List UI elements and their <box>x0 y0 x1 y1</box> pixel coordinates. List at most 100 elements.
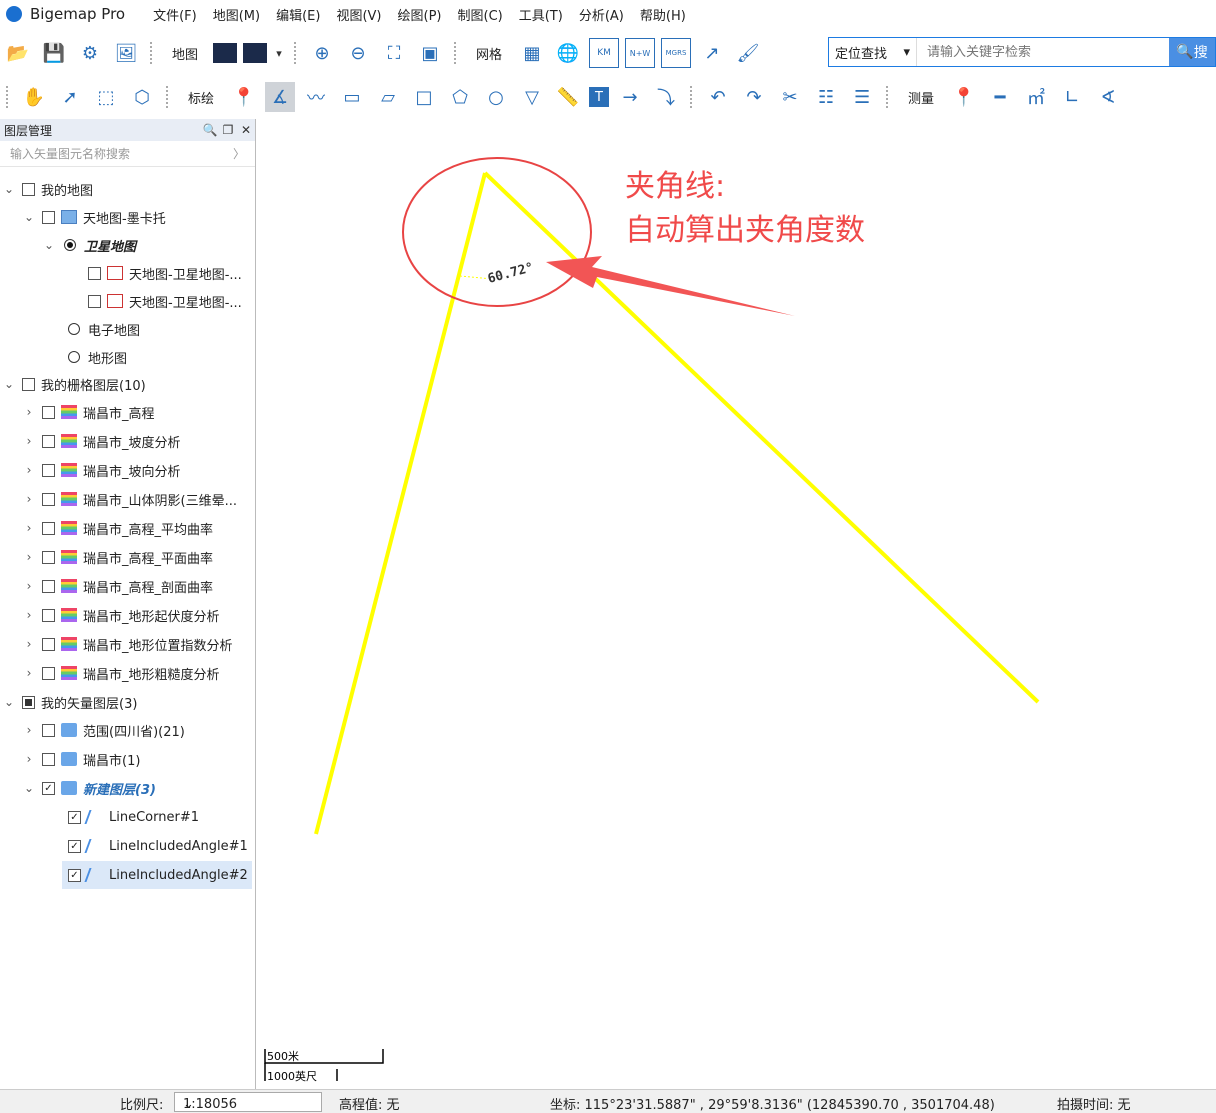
settings-gear-icon[interactable]: ⚙ <box>75 38 105 68</box>
search-button[interactable]: 🔍 搜 <box>1169 38 1215 66</box>
globe-grid-icon[interactable]: 🌐 <box>553 38 583 68</box>
checkbox[interactable] <box>42 666 55 680</box>
layer-search[interactable]: 输入矢量图元名称搜索 〉 <box>0 141 255 167</box>
chevron-right-icon[interactable]: › <box>22 666 36 680</box>
checkbox[interactable] <box>42 492 55 506</box>
tree-node-vector[interactable]: › 瑞昌市(1) <box>22 745 140 773</box>
tree-node-new-layer[interactable]: ⌄ ✓ 新建图层(3) <box>22 774 156 802</box>
tree-node-vector[interactable]: › 范围(四川省)(21) <box>22 716 185 744</box>
full-extent-icon[interactable]: ⛶ <box>379 38 409 68</box>
satellite-map-dropdown-icon[interactable] <box>243 43 268 63</box>
save-icon[interactable]: 💾 <box>39 38 69 68</box>
nw-grid-icon[interactable]: N+W <box>625 38 656 68</box>
measure-angle-icon[interactable]: ∟ <box>1057 82 1087 112</box>
chevron-right-icon[interactable]: › <box>22 521 36 535</box>
menu-file[interactable]: 文件(F) <box>145 5 205 24</box>
text-icon[interactable]: T <box>589 87 610 107</box>
menu-cartography[interactable]: 制图(C) <box>450 5 511 24</box>
chevron-right-icon[interactable]: › <box>22 550 36 564</box>
checkbox[interactable] <box>88 266 101 280</box>
tree-node-vector-layers[interactable]: ⌄ 我的矢量图层(3) <box>2 688 137 716</box>
ruler-icon[interactable]: 📏 <box>553 82 583 112</box>
curve-arrow-icon[interactable]: ⤵ <box>651 82 681 112</box>
list-icon[interactable]: ☰ <box>847 82 877 112</box>
tree-node-sat-sub-2[interactable]: 天地图-卫星地图-... <box>82 287 242 315</box>
checkbox[interactable] <box>42 550 55 564</box>
checkbox[interactable] <box>88 294 101 308</box>
checkbox[interactable] <box>42 521 55 535</box>
checkbox[interactable] <box>42 463 55 477</box>
menu-draw[interactable]: 绘图(P) <box>390 5 450 24</box>
tree-node-electronic-map[interactable]: 电子地图 <box>60 315 140 343</box>
tree-node-raster[interactable]: › 瑞昌市_高程 <box>22 398 155 426</box>
checkbox[interactable] <box>42 637 55 651</box>
map-canvas[interactable]: 60.72° 夹角线: 自动算出夹角度数 500米 1000英尺 <box>257 119 1216 1089</box>
scale-select[interactable]: 1:18056 ⌄ <box>174 1092 322 1112</box>
tree-node-raster-layers[interactable]: ⌄ 我的栅格图层(10) <box>2 370 146 398</box>
tree-node-raster[interactable]: › 瑞昌市_高程_平均曲率 <box>22 514 213 542</box>
grid-icon[interactable]: ▦ <box>517 38 547 68</box>
measure-distance-icon[interactable]: ━ <box>985 82 1015 112</box>
menu-map[interactable]: 地图(M) <box>205 5 268 24</box>
tree-node-raster[interactable]: › 瑞昌市_地形位置指数分析 <box>22 630 233 658</box>
circle-icon[interactable]: ○ <box>481 82 511 112</box>
tree-node-raster[interactable]: › 瑞昌市_高程_平面曲率 <box>22 543 213 571</box>
tree-node-sat-sub-1[interactable]: 天地图-卫星地图-... <box>82 259 242 287</box>
checkbox[interactable] <box>42 579 55 593</box>
export-icon[interactable]: ↗ <box>697 38 727 68</box>
close-icon[interactable]: ✕ <box>237 123 255 137</box>
chevron-right-icon[interactable]: › <box>22 579 36 593</box>
polygon-select-icon[interactable]: ⬡ <box>127 82 157 112</box>
tree-node-raster[interactable]: › 瑞昌市_地形起伏度分析 <box>22 601 220 629</box>
tree-node-raster[interactable]: › 瑞昌市_高程_剖面曲率 <box>22 572 213 600</box>
tree-node-feature[interactable]: ✓ LineCorner#1 <box>62 803 199 831</box>
polyline-icon[interactable]: 〰 <box>301 82 331 112</box>
radio-selected[interactable] <box>64 239 76 251</box>
sector-icon[interactable]: ▽ <box>517 82 547 112</box>
checkbox[interactable] <box>42 752 55 766</box>
square-icon[interactable]: □ <box>409 82 439 112</box>
chevron-right-icon[interactable]: › <box>22 752 36 766</box>
location-pin-icon[interactable]: 📍 <box>949 82 979 112</box>
undo-icon[interactable]: ↶ <box>703 82 733 112</box>
select-arrow-icon[interactable]: ➚ <box>55 82 85 112</box>
rectangle-icon[interactable]: ▭ <box>337 82 367 112</box>
arrow-right-icon[interactable]: → <box>615 82 645 112</box>
tree-node-terrain-map[interactable]: 地形图 <box>60 343 127 371</box>
restore-icon[interactable]: ❐ <box>219 123 237 137</box>
search-mode-dropdown[interactable]: 定位查找 ▾ <box>829 38 917 66</box>
menu-edit[interactable]: 编辑(E) <box>268 5 328 24</box>
tree-node-raster[interactable]: › 瑞昌市_山体阴影(三维晕... <box>22 485 237 513</box>
search-icon[interactable]: 🔍 <box>201 123 219 137</box>
checkbox-checked[interactable]: ✓ <box>68 868 81 882</box>
open-folder-icon[interactable]: 📂 <box>3 38 33 68</box>
tree-node-raster[interactable]: › 瑞昌市_地形粗糙度分析 <box>22 659 220 687</box>
chevron-right-icon[interactable]: 〉 <box>233 145 245 162</box>
chevron-down-icon[interactable]: ⌄ <box>42 238 56 252</box>
checkbox[interactable] <box>42 210 55 224</box>
radio[interactable] <box>68 323 80 335</box>
angle-line-left[interactable] <box>314 172 487 835</box>
mgrs-grid-icon[interactable]: MGRS <box>661 38 692 68</box>
checkbox[interactable] <box>42 608 55 622</box>
angle-line-right[interactable] <box>483 171 1040 704</box>
menu-help[interactable]: 帮助(H) <box>632 5 694 24</box>
zoom-out-icon[interactable]: ⊖ <box>343 38 373 68</box>
km-grid-icon[interactable]: KM <box>589 38 620 68</box>
checkbox[interactable] <box>42 405 55 419</box>
chevron-right-icon[interactable]: › <box>22 608 36 622</box>
pentagon-icon[interactable]: ⬠ <box>445 82 475 112</box>
chevron-right-icon[interactable]: › <box>22 637 36 651</box>
marker-pin-icon[interactable]: 📍 <box>229 82 259 112</box>
menu-view[interactable]: 视图(V) <box>328 5 389 24</box>
satellite-map-icon[interactable] <box>213 43 238 63</box>
image-icon[interactable]: 🖼 <box>111 38 141 68</box>
chevron-right-icon[interactable]: › <box>22 492 36 506</box>
tree-node-feature-selected[interactable]: ✓ LineIncludedAngle#2 <box>62 861 252 889</box>
tree-node-raster[interactable]: › 瑞昌市_坡度分析 <box>22 427 181 455</box>
redo-icon[interactable]: ↷ <box>739 82 769 112</box>
measure-azimuth-icon[interactable]: ∢ <box>1093 82 1123 112</box>
menu-analysis[interactable]: 分析(A) <box>571 5 632 24</box>
tree-node-feature[interactable]: ✓ LineIncludedAngle#1 <box>62 832 248 860</box>
chevron-down-icon[interactable]: ⌄ <box>22 781 36 795</box>
